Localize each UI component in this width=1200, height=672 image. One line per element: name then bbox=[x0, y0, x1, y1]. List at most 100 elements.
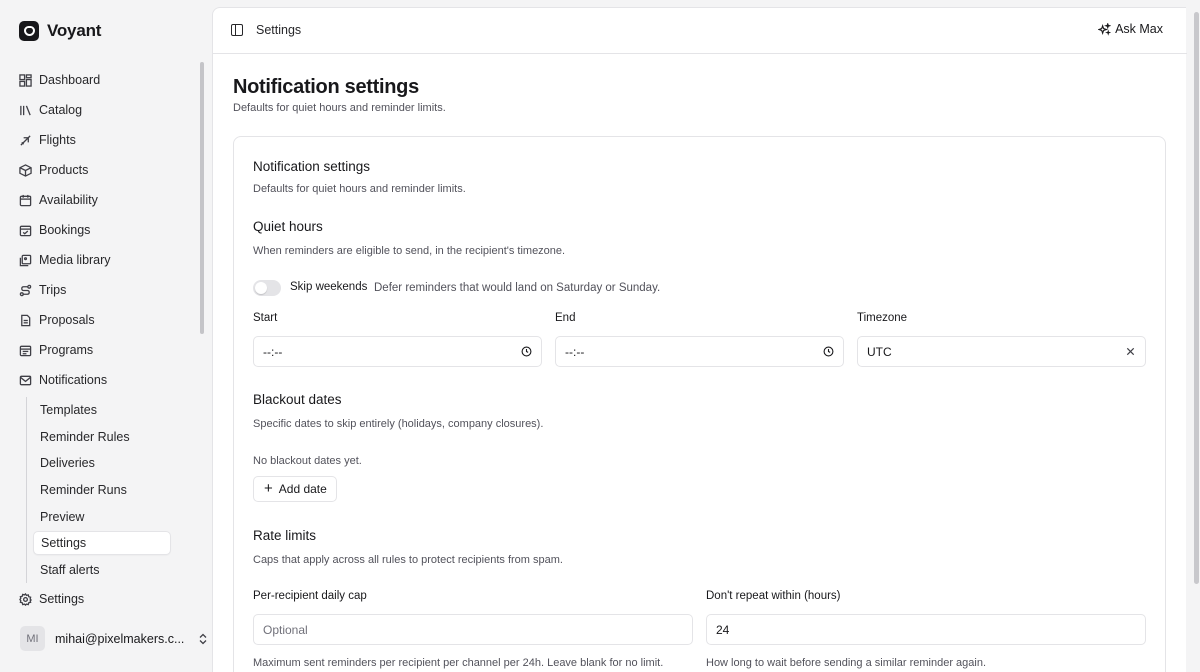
end-time-input[interactable]: --:-- bbox=[555, 336, 844, 367]
page-subtitle: Defaults for quiet hours and reminder li… bbox=[233, 102, 446, 114]
sparkles-icon bbox=[1098, 22, 1112, 36]
timezone-label: Timezone bbox=[857, 312, 908, 324]
package-icon bbox=[19, 163, 32, 177]
sidebar-item-label: Availability bbox=[39, 193, 98, 207]
voyant-logo-icon bbox=[19, 21, 39, 41]
file-text-icon bbox=[21, 314, 31, 326]
plus-icon: + bbox=[264, 480, 273, 497]
sidebar-item-label: Notifications bbox=[39, 373, 108, 387]
end-label: End bbox=[555, 312, 576, 324]
sidebar-item-availability[interactable]: Availability bbox=[19, 189, 98, 211]
mail-icon bbox=[19, 375, 32, 385]
sidebar-item-label: Trips bbox=[39, 283, 67, 297]
sidebar-item-programs[interactable]: Programs bbox=[19, 339, 93, 361]
dashboard-icon bbox=[19, 73, 32, 87]
page-title: Notification settings bbox=[233, 76, 419, 98]
repeat-within-input[interactable]: 24 bbox=[706, 614, 1146, 645]
sidebar-item-bookings[interactable]: Bookings bbox=[19, 219, 90, 241]
skip-weekends-label: Skip weekends bbox=[290, 281, 368, 293]
sidebar-item-label: Settings bbox=[39, 592, 85, 606]
sidebar-item-label: Proposals bbox=[39, 313, 95, 327]
repeat-within-label: Don't repeat within (hours) bbox=[706, 590, 841, 602]
sidebar-item-catalog[interactable]: Catalog bbox=[19, 99, 82, 121]
blackout-empty-text: No blackout dates yet. bbox=[253, 455, 362, 467]
rate-limits-title: Rate limits bbox=[253, 528, 317, 543]
sidebar-item-label: Catalog bbox=[39, 103, 83, 117]
clock-icon bbox=[823, 346, 834, 357]
submenu-rail bbox=[26, 397, 27, 583]
sidebar-item-label: Flights bbox=[39, 133, 76, 147]
sidebar-scrollbar[interactable] bbox=[200, 62, 204, 334]
calendar-range-icon bbox=[19, 345, 32, 356]
gear-icon bbox=[19, 592, 32, 606]
main-panel: Settings Ask Max Notification settings D… bbox=[212, 7, 1187, 672]
sidebar-item-label: Products bbox=[39, 163, 89, 177]
timezone-select[interactable]: UTC bbox=[857, 336, 1146, 367]
route-icon bbox=[19, 284, 32, 296]
topbar: Settings Ask Max bbox=[213, 8, 1187, 54]
clock-icon bbox=[521, 346, 532, 357]
breadcrumb: Settings bbox=[256, 23, 302, 37]
repeat-within-help: How long to wait before sending a simila… bbox=[706, 657, 987, 669]
sidebar-subitem-preview[interactable]: Preview bbox=[33, 505, 171, 529]
daily-cap-input[interactable]: Optional bbox=[253, 614, 693, 645]
ask-max-button[interactable]: Ask Max bbox=[1098, 22, 1163, 36]
calendar-check-icon bbox=[19, 225, 32, 236]
sidebar-subitem-deliveries[interactable]: Deliveries bbox=[33, 451, 171, 475]
add-date-label: Add date bbox=[278, 482, 327, 496]
brand-name: Voyant bbox=[47, 21, 102, 40]
add-date-button[interactable]: + Add date bbox=[253, 476, 337, 502]
sidebar-item-proposals[interactable]: Proposals bbox=[19, 309, 95, 331]
sidebar-toggle-icon[interactable] bbox=[231, 24, 243, 36]
close-icon[interactable] bbox=[1125, 346, 1136, 357]
sidebar-subitem-reminder-runs[interactable]: Reminder Runs bbox=[33, 478, 171, 502]
daily-cap-help: Maximum sent reminders per recipient per… bbox=[253, 657, 664, 669]
sidebar-subitem-settings[interactable]: Settings bbox=[33, 531, 171, 555]
sidebar-subitem-templates[interactable]: Templates bbox=[33, 398, 171, 422]
sidebar-item-products[interactable]: Products bbox=[19, 159, 88, 181]
brand[interactable]: Voyant bbox=[19, 21, 101, 41]
sidebar-item-trips[interactable]: Trips bbox=[19, 279, 66, 301]
calendar-icon bbox=[19, 194, 32, 206]
sidebar-item-label: Programs bbox=[39, 343, 94, 357]
card-subtitle: Defaults for quiet hours and reminder li… bbox=[253, 183, 466, 195]
daily-cap-label: Per-recipient daily cap bbox=[253, 590, 367, 602]
repeat-within-value: 24 bbox=[716, 622, 730, 637]
ask-max-label: Ask Max bbox=[1115, 22, 1163, 36]
window-scrollbar-thumb[interactable] bbox=[1194, 12, 1199, 584]
chevrons-up-down-icon bbox=[199, 633, 207, 644]
sidebar-item-label: Dashboard bbox=[39, 73, 101, 87]
timezone-value: UTC bbox=[867, 344, 892, 359]
daily-cap-placeholder: Optional bbox=[263, 622, 308, 637]
quiet-hours-title: Quiet hours bbox=[253, 219, 323, 234]
images-icon bbox=[19, 254, 32, 266]
sidebar-subitem-staff-alerts[interactable]: Staff alerts bbox=[33, 558, 171, 582]
start-time-value: --:-- bbox=[263, 344, 283, 359]
sidebar-item-label: Bookings bbox=[39, 223, 91, 237]
skip-weekends-desc: Defer reminders that would land on Satur… bbox=[374, 282, 661, 294]
sidebar-item-flights[interactable]: Flights bbox=[19, 129, 76, 151]
user-email: mihai@pixelmakers.c... bbox=[55, 631, 185, 646]
rate-limits-desc: Caps that apply across all rules to prot… bbox=[253, 554, 563, 566]
sidebar-subitem-reminder-rules[interactable]: Reminder Rules bbox=[33, 425, 171, 449]
settings-card: Notification settings Defaults for quiet… bbox=[233, 136, 1166, 672]
window-scrollbar[interactable] bbox=[1193, 0, 1200, 672]
sidebar-item-media-library[interactable]: Media library bbox=[19, 249, 111, 271]
blackout-title: Blackout dates bbox=[253, 392, 342, 407]
sidebar-item-label: Media library bbox=[39, 253, 111, 267]
skip-weekends-toggle[interactable] bbox=[253, 280, 281, 296]
blackout-desc: Specific dates to skip entirely (holiday… bbox=[253, 418, 544, 430]
start-time-input[interactable]: --:-- bbox=[253, 336, 542, 367]
user-menu[interactable]: MI mihai@pixelmakers.c... bbox=[20, 626, 208, 651]
sidebar-item-notifications[interactable]: Notifications bbox=[19, 369, 107, 391]
sidebar: Voyant Dashboard Catalog Flights Product… bbox=[0, 0, 212, 672]
sidebar-item-settings[interactable]: Settings bbox=[19, 588, 84, 610]
card-title: Notification settings bbox=[253, 159, 371, 174]
plane-icon bbox=[20, 134, 31, 146]
start-label: Start bbox=[253, 312, 278, 324]
catalog-icon bbox=[20, 105, 31, 115]
end-time-value: --:-- bbox=[565, 344, 585, 359]
quiet-hours-desc: When reminders are eligible to send, in … bbox=[253, 245, 566, 257]
avatar: MI bbox=[20, 626, 45, 651]
sidebar-item-dashboard[interactable]: Dashboard bbox=[19, 69, 100, 91]
